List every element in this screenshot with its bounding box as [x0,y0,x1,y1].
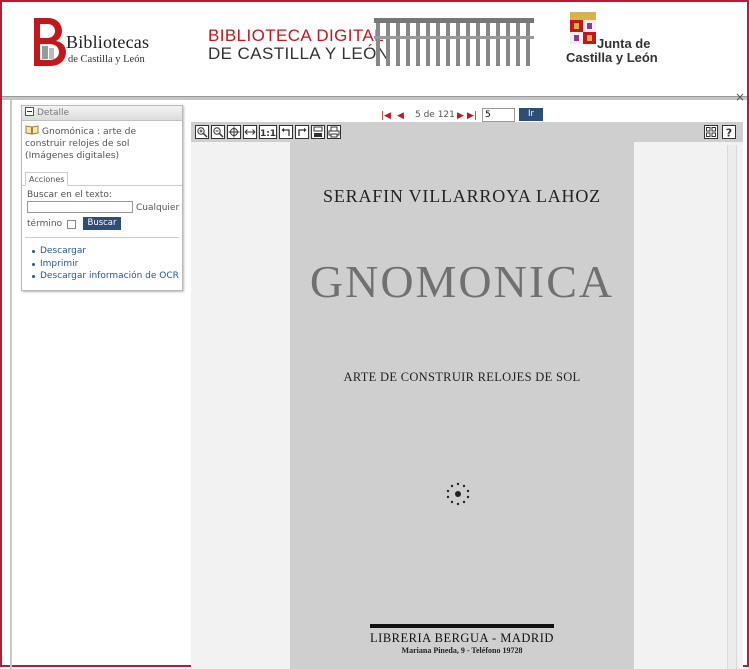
viewer-toolbar: 1:1 ? [191,122,743,142]
page-subtitle: ARTE DE CONSTRUIR RELOJES DE SOL [343,370,581,384]
document-title-text: Gnomónica : arte de construir relojes de… [25,126,137,161]
page-canvas[interactable]: SERAFIN VILLARROYA LAHOZ GNOMONICA ARTE … [191,142,743,669]
zoom-in-icon[interactable] [195,125,209,139]
left-border-bar [10,100,12,669]
last-page-icon[interactable]: ▶| [467,111,477,121]
biblioteca-digital-line2: DE CASTILLA Y LEÓN [208,44,390,63]
fit-width-icon[interactable] [243,125,257,139]
document-title: Gnomónica : arte de construir relojes de… [22,121,182,162]
junta-castilla-leon-logo[interactable]: Junta de Castilla y León [566,12,666,72]
rotate-right-icon[interactable] [295,125,309,139]
detalle-header-label: Detalle [37,108,70,118]
header-separator [2,96,747,100]
search-input[interactable] [27,201,133,213]
termino-row: término Buscar [27,217,182,233]
search-label: Buscar en el texto: [27,190,112,200]
actions-list: Descargar Imprimir Descargar información… [25,237,179,292]
page-title: GNOMONICA [309,256,615,307]
collapse-icon[interactable] [25,107,34,116]
descargar-link[interactable]: Descargar [32,245,179,258]
close-icon[interactable]: × [735,91,745,103]
tab-acciones[interactable]: Acciones [25,172,69,186]
aqueduct-icon [374,18,534,66]
ornament-icon [446,482,470,506]
vertical-scrollbar[interactable] [727,145,737,669]
scanned-page: SERAFIN VILLARROYA LAHOZ GNOMONICA ARTE … [290,142,634,669]
help-label: ? [726,127,732,140]
first-page-icon[interactable]: |◀ [381,111,391,121]
go-button[interactable]: Ir [519,108,543,121]
prev-page-icon[interactable]: ◀ [397,111,404,121]
bibliotecas-logo-subtext: de Castilla y León [68,54,145,65]
page-number-input[interactable]: 5 [482,108,515,122]
page-author: SERAFIN VILLARROYA LAHOZ [323,186,601,206]
help-icon[interactable]: ? [722,125,736,139]
buscar-button[interactable]: Buscar [83,217,121,230]
page-frame: Bibliotecas de Castilla y León BIBLIOTEC… [0,0,749,669]
print-icon[interactable] [327,125,341,139]
pan-icon[interactable] [227,125,241,139]
document-viewer: |◀ ◀ 5 de 121 ▶ ▶| 5 Ir 1:1 ? SERAFIN VI… [191,107,743,669]
junta-line1: Junta de [597,36,651,51]
save-icon[interactable] [311,125,325,139]
biblioteca-digital-logo[interactable]: BIBLIOTECA DIGITAL DE CASTILLA Y LEÓN [208,16,534,66]
imprimir-link[interactable]: Imprimir [32,258,179,271]
search-row: Cualquier [27,201,182,215]
publisher-rule [370,624,554,628]
next-page-icon[interactable]: ▶ [457,111,464,121]
termino-label: término [27,219,63,229]
zoom-out-icon[interactable] [211,125,225,139]
junta-line2: Castilla y León [566,50,658,65]
actual-size-label: 1:1 [260,129,276,139]
page-address: Mariana Pineda, 9 - Teléfono 19728 [401,646,523,655]
descargar-ocr-link[interactable]: Descargar información de OCR [32,270,179,283]
page-count: 5 de 121 [415,110,455,120]
rotate-left-icon[interactable] [279,125,293,139]
book-icon [25,125,39,135]
site-header: Bibliotecas de Castilla y León BIBLIOTEC… [2,2,747,94]
biblioteca-digital-line1: BIBLIOTECA DIGITAL [208,26,384,45]
coat-of-arms-icon [570,12,596,44]
bibliotecas-logo[interactable]: Bibliotecas de Castilla y León [28,14,178,70]
cualquier-label: Cualquier [136,203,180,213]
page-publisher: LIBRERIA BERGUA - MADRID [370,631,554,645]
detalle-header[interactable]: Detalle [22,106,182,121]
actual-size-icon[interactable]: 1:1 [259,125,277,139]
any-term-checkbox[interactable] [67,220,76,229]
bibliotecas-logo-text: Bibliotecas [66,32,150,52]
tab-bar: Acciones [22,172,182,186]
thumbnails-icon[interactable] [704,125,718,139]
detalle-panel: Detalle Gnomónica : arte de construir re… [21,105,183,292]
pager: |◀ ◀ 5 de 121 ▶ ▶| 5 Ir [381,108,581,122]
